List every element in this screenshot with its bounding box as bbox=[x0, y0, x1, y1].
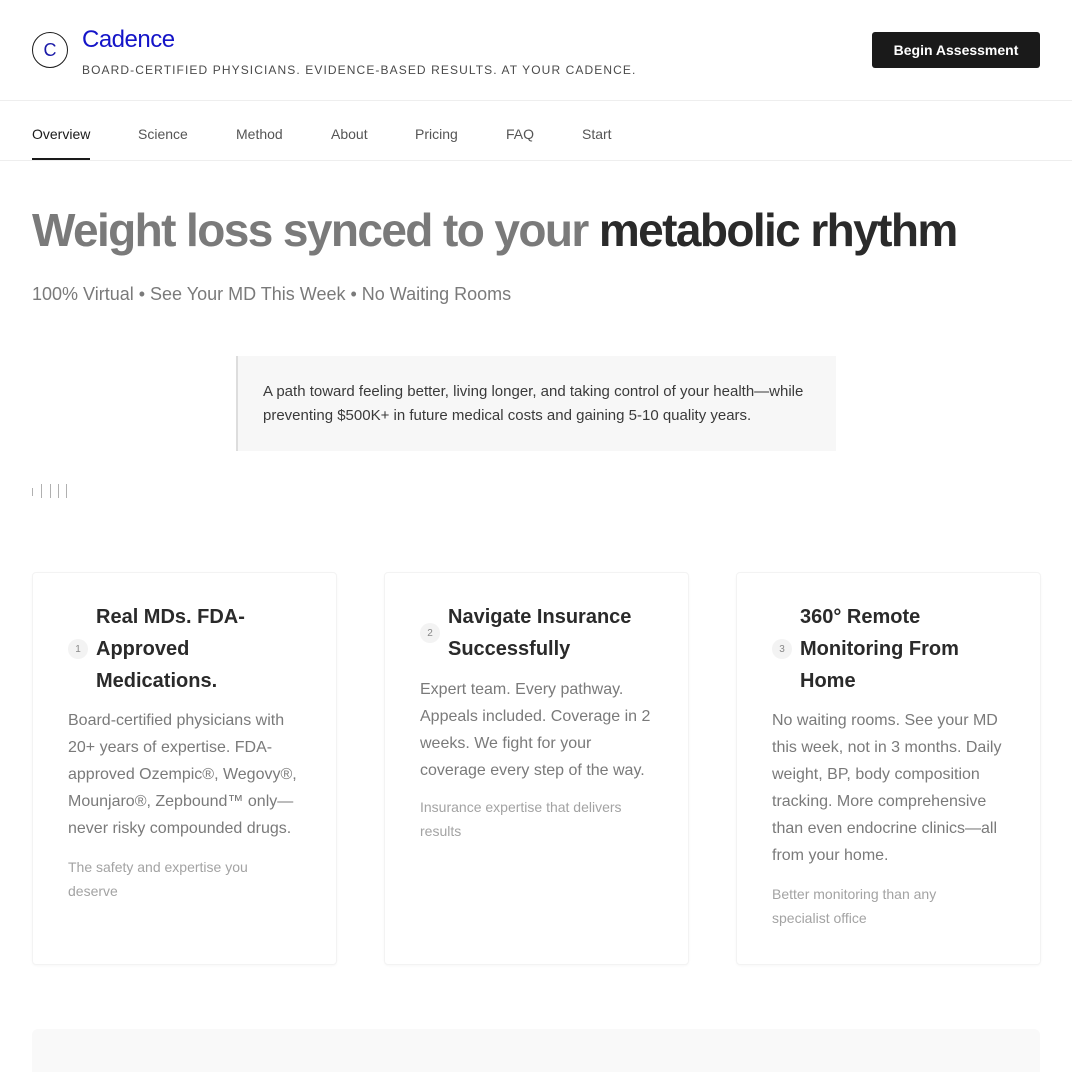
tick-mark bbox=[66, 484, 67, 498]
tab-faq[interactable]: FAQ bbox=[506, 126, 534, 142]
progress-ticks bbox=[32, 484, 72, 500]
card-title: Real MDs. FDA-Approved Medications. bbox=[96, 606, 245, 692]
tick-mark bbox=[41, 484, 42, 498]
card-description: Board-certified physicians with 20+ year… bbox=[68, 712, 297, 837]
begin-assessment-button[interactable]: Begin Assessment bbox=[872, 32, 1040, 68]
hero-title-light: Weight loss synced to your bbox=[32, 204, 599, 256]
hero-quote: A path toward feeling better, living lon… bbox=[236, 356, 836, 451]
card-header: 2 Navigate Insurance Successfully bbox=[420, 601, 660, 665]
tab-method[interactable]: Method bbox=[236, 126, 283, 142]
hero-subtitle: 100% Virtual • See Your MD This Week • N… bbox=[32, 284, 512, 304]
card-number-badge: 2 bbox=[420, 623, 440, 643]
card-title: Navigate Insurance Successfully bbox=[448, 606, 632, 660]
hero-title: Weight loss synced to your metabolic rhy… bbox=[32, 203, 958, 257]
hero-title-strong: metabolic rhythm bbox=[598, 204, 958, 256]
active-tab-indicator bbox=[32, 158, 90, 160]
feature-card-insurance: 2 Navigate Insurance Successfully Expert… bbox=[384, 572, 689, 965]
card-number-badge: 1 bbox=[68, 639, 88, 659]
tab-about[interactable]: About bbox=[331, 126, 368, 142]
tick-mark bbox=[32, 488, 33, 496]
card-header: 1 Real MDs. FDA-Approved Medications. bbox=[68, 601, 308, 697]
tab-overview[interactable]: Overview bbox=[32, 126, 90, 142]
card-description: No waiting rooms. See your MD this week,… bbox=[772, 712, 1002, 864]
feature-card-physicians: 1 Real MDs. FDA-Approved Medications. Bo… bbox=[32, 572, 337, 965]
site-header: C Cadence BOARD-CERTIFIED PHYSICIANS. EV… bbox=[0, 0, 1072, 101]
card-footnote: Better monitoring than any specialist of… bbox=[772, 886, 937, 926]
feature-card-monitoring: 3 360° Remote Monitoring From Home No wa… bbox=[736, 572, 1041, 965]
tick-mark bbox=[50, 484, 51, 498]
card-header: 3 360° Remote Monitoring From Home bbox=[772, 601, 1012, 697]
card-footnote: The safety and expertise you deserve bbox=[68, 859, 248, 899]
main-nav: Overview Science Method About Pricing FA… bbox=[0, 101, 1072, 161]
tab-science[interactable]: Science bbox=[138, 126, 188, 142]
logo-mark[interactable]: C bbox=[32, 32, 68, 68]
next-section-panel bbox=[32, 1029, 1040, 1072]
brand-tagline: BOARD-CERTIFIED PHYSICIANS. EVIDENCE-BAS… bbox=[82, 63, 637, 77]
tick-mark bbox=[58, 484, 59, 498]
card-number-badge: 3 bbox=[772, 639, 792, 659]
card-description: Expert team. Every pathway. Appeals incl… bbox=[420, 681, 651, 779]
brand-name[interactable]: Cadence bbox=[82, 26, 175, 54]
card-footnote: Insurance expertise that delivers result… bbox=[420, 799, 622, 839]
tab-start[interactable]: Start bbox=[582, 126, 612, 142]
card-title: 360° Remote Monitoring From Home bbox=[800, 606, 959, 692]
tab-pricing[interactable]: Pricing bbox=[415, 126, 458, 142]
